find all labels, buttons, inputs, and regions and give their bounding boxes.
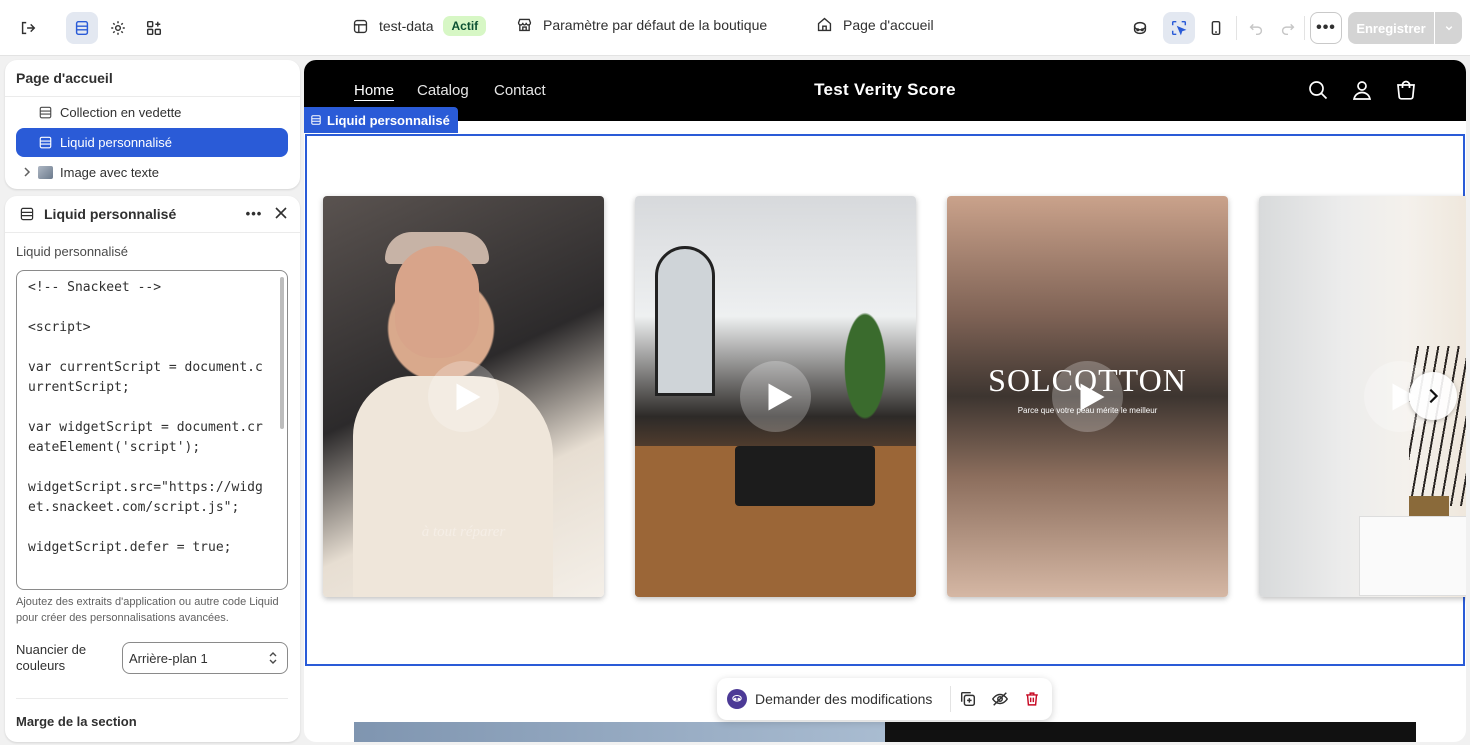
selected-section-label: Liquid personnalisé (327, 112, 450, 128)
editor-topbar: test-data Actif Paramètre par défaut de … (0, 0, 1470, 56)
liquid-code-editor[interactable]: <!-- Snackeet --> <script> var currentSc… (16, 270, 288, 590)
sidekick-icon (727, 689, 747, 709)
sections-panel: Page d'accueil Collection en vedette Liq… (5, 60, 300, 189)
store-header: Home Catalog Contact Test Verity Score (304, 60, 1466, 121)
panel-title: Page d'accueil (16, 70, 113, 86)
account-icon[interactable] (1350, 78, 1374, 102)
page-selector[interactable]: Page d'accueil (816, 16, 934, 33)
help-text: Ajoutez des extraits d'application ou au… (16, 596, 279, 624)
close-icon[interactable] (273, 205, 289, 221)
more-actions-button[interactable]: ••• (1310, 12, 1342, 44)
undo-icon[interactable] (1240, 12, 1272, 44)
cart-icon[interactable] (1394, 78, 1418, 102)
play-button[interactable] (1052, 361, 1123, 432)
ask-for-changes-button[interactable]: Demander des modifications (755, 691, 932, 707)
section-settings-panel: Liquid personnalisé ••• Liquid personnal… (5, 196, 300, 742)
store-selector[interactable]: test-data Actif (352, 16, 487, 36)
section-item-label: Image avec texte (60, 165, 159, 180)
section-icon (39, 136, 52, 149)
video-scene (655, 246, 715, 396)
section-text-block (885, 722, 1416, 742)
video-caption: à tout réparer (421, 524, 506, 540)
section-icon (20, 207, 34, 221)
section-item-label: Collection en vedette (60, 105, 182, 120)
select-caret-icon (269, 652, 277, 664)
section-margin-heading: Marge de la section (16, 714, 137, 729)
video-card[interactable]: à tout réparer (323, 196, 604, 597)
section-icon (39, 106, 52, 119)
divider (5, 96, 300, 97)
status-badge: Actif (443, 16, 487, 36)
image-with-text-section-preview[interactable] (354, 722, 1416, 742)
video-card[interactable] (635, 196, 916, 597)
theme-settings-selector[interactable]: Paramètre par défaut de la boutique (516, 16, 767, 33)
topbar-divider (1304, 16, 1305, 40)
sections-icon[interactable] (66, 12, 98, 44)
code-field-label: Liquid personnalisé (16, 244, 129, 259)
play-button[interactable] (428, 361, 499, 432)
carousel-next-button[interactable] (1409, 372, 1457, 420)
section-item-image-with-text[interactable]: Image avec texte (16, 158, 288, 187)
redo-icon[interactable] (1272, 12, 1304, 44)
scrollbar[interactable] (280, 277, 284, 429)
delete-icon[interactable] (1023, 690, 1041, 708)
theme-settings-label: Paramètre par défaut de la boutique (543, 16, 768, 33)
section-item-label: Liquid personnalisé (60, 135, 173, 150)
color-scheme-select[interactable]: Arrière-plan 1 (122, 642, 288, 674)
divider (16, 698, 288, 699)
more-options-button[interactable]: ••• (243, 202, 265, 224)
apps-icon[interactable] (138, 12, 170, 44)
chevron-right-icon[interactable] (21, 166, 33, 178)
settings-title: Liquid personnalisé (44, 206, 177, 222)
divider (950, 686, 951, 712)
video-card[interactable]: SOLCOTTON Parce que votre peau mérite le… (947, 196, 1228, 597)
divider (5, 232, 300, 233)
section-item-featured-collection[interactable]: Collection en vedette (16, 98, 288, 127)
video-scene (1359, 516, 1466, 596)
hide-icon[interactable] (991, 690, 1009, 708)
home-icon (817, 17, 832, 32)
section-image (354, 722, 885, 742)
selected-section-tag[interactable]: Liquid personnalisé (304, 107, 458, 133)
play-icon (1080, 383, 1104, 410)
save-button[interactable]: Enregistrer (1348, 12, 1434, 44)
play-button[interactable] (740, 361, 811, 432)
inspector-icon[interactable] (1163, 12, 1195, 44)
section-item-custom-liquid[interactable]: Liquid personnalisé (16, 128, 288, 157)
store-preview: Home Catalog Contact Test Verity Score L… (304, 60, 1466, 742)
theme-icon (353, 19, 368, 33)
save-options-button[interactable] (1435, 12, 1462, 44)
image-thumbnail-icon (38, 166, 53, 179)
topbar-divider (1236, 16, 1237, 40)
play-icon (456, 383, 480, 410)
ai-icon[interactable] (1124, 12, 1156, 44)
video-scene (395, 246, 479, 358)
page-label: Page d'accueil (843, 16, 934, 33)
play-icon (768, 383, 792, 410)
mobile-preview-icon[interactable] (1200, 12, 1232, 44)
video-scene (830, 306, 900, 456)
section-floating-toolbar: Demander des modifications (717, 678, 1052, 720)
duplicate-icon[interactable] (959, 690, 977, 708)
video-scene (735, 446, 875, 506)
store-title[interactable]: Test Verity Score (304, 80, 1466, 100)
color-scheme-value: Arrière-plan 1 (129, 650, 208, 666)
liquid-code[interactable]: <!-- Snackeet --> <script> var currentSc… (28, 278, 268, 558)
exit-icon[interactable] (12, 12, 44, 44)
gear-icon[interactable] (102, 12, 134, 44)
chevron-down-icon (1445, 26, 1452, 31)
chevron-right-icon (1429, 388, 1439, 404)
search-icon[interactable] (1306, 78, 1330, 102)
store-name: test-data (379, 18, 434, 34)
store-icon (517, 18, 532, 32)
section-icon (311, 115, 321, 125)
color-scheme-label: Nuancier de couleurs (16, 642, 87, 673)
